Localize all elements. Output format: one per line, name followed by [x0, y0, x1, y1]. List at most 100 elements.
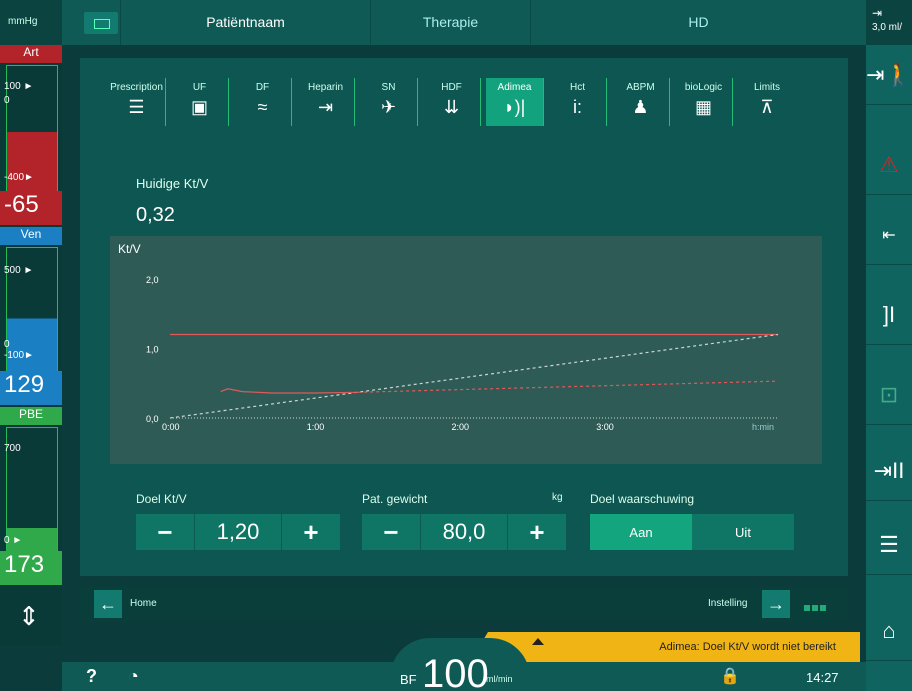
bypass-button[interactable]: ⊡	[866, 365, 912, 425]
tab-prescription[interactable]: Prescription ☰	[108, 78, 166, 126]
art-bottom: -400►	[4, 172, 34, 183]
blood-pressure-icon: ♟	[632, 97, 649, 117]
uf-rate-indicator: ⇥ 3,0 ml/	[866, 0, 912, 45]
warning-triangle-icon: ⚠	[879, 151, 899, 177]
target-ktv-increase-button[interactable]: +	[282, 514, 340, 550]
tab-limits[interactable]: Limits ⊼	[738, 78, 796, 126]
settings-label: Instelling	[708, 598, 748, 609]
tab-label: UF	[192, 82, 207, 93]
heparin-syringe-icon: ⇥	[317, 97, 334, 117]
ven-top: 500 ►	[4, 265, 34, 276]
weight-value: 80,0	[420, 514, 508, 550]
current-ktv-label: Huidige Kt/V	[136, 176, 209, 191]
y-tick-label: 0,0	[146, 414, 159, 424]
weight-stepper: − 80,0 +	[362, 514, 566, 550]
syringe-icon: ⇥	[872, 6, 883, 20]
pbe-value: 173	[0, 551, 62, 585]
ktv-chart-svg: 0,0 1,0 2,0 0:00 1:00 2:00 3:00 h:min	[146, 275, 779, 432]
pause-treatment-button[interactable]: ⇥II	[866, 441, 912, 501]
min-uf-button[interactable]: ⇤	[866, 205, 912, 265]
target-warning-label: Doel waarschuwing	[590, 492, 695, 506]
tab-heparin[interactable]: Heparin ⇥	[297, 78, 355, 126]
top-bar: mmHg Patiëntnaam Therapie HD ⇥ 3,0 ml/	[0, 0, 912, 45]
tab-biologic[interactable]: bioLogic ▦	[675, 78, 733, 126]
tab-sn[interactable]: SN ✈	[360, 78, 418, 126]
tab-label: Adimea	[497, 82, 532, 93]
x-axis-label: h:min	[752, 422, 774, 432]
series-line-actual	[220, 388, 359, 394]
tab-adimea[interactable]: Adimea ◗)|	[486, 78, 544, 126]
x-tick-label: 2:00	[452, 422, 470, 432]
patient-card-icon[interactable]	[84, 12, 118, 34]
bf-label: BF	[400, 672, 417, 687]
alarm-button[interactable]: ⚠	[866, 135, 912, 195]
target-ktv-value: 1,20	[194, 514, 282, 550]
syringe-bracket-icon: ]I	[882, 301, 896, 327]
x-tick-label: 0:00	[162, 422, 180, 432]
parameter-tabs: Prescription ☰ UF ▣ DF ≈ Heparin ⇥ SN ✈ HDF ⇊ …	[108, 78, 814, 128]
target-warning-toggle: Aan Uit	[590, 514, 794, 550]
art-zero: 0	[4, 95, 10, 106]
tab-label: Hct	[570, 82, 585, 93]
ven-top-value: 500	[4, 265, 21, 276]
ktv-chart: 0,0 1,0 2,0 0:00 1:00 2:00 3:00 h:min	[110, 236, 822, 464]
home-button[interactable]: ⌂	[866, 601, 912, 661]
weight-decrease-button[interactable]: −	[362, 514, 420, 550]
warning-banner[interactable]: Adimea: Doel Kt/V wordt niet bereikt	[470, 632, 860, 662]
tab-hct[interactable]: Hct i:	[549, 78, 607, 126]
art-top: 100 ►	[4, 81, 34, 92]
help-icon[interactable]: ?	[86, 666, 97, 687]
tab-df[interactable]: DF ≈	[234, 78, 292, 126]
ven-bottom: -100►	[4, 350, 34, 361]
right-menu: ⇥🚶 ⚠ ⇤ ]I ⊡ ⇥II ☰ ⌂	[866, 45, 912, 691]
clock: 14:27	[806, 670, 839, 685]
warning-text: Adimea: Doel Kt/V wordt niet bereikt	[659, 641, 836, 653]
tab-mode[interactable]: HD	[530, 0, 866, 45]
tab-abpm[interactable]: ABPM ♟	[612, 78, 670, 126]
tab-hdf[interactable]: HDF ⇊	[423, 78, 481, 126]
ven-label: Ven	[0, 227, 62, 245]
tab-label: SN	[381, 82, 396, 93]
warning-on-button[interactable]: Aan	[590, 514, 692, 550]
lock-icon[interactable]: 🔒	[720, 666, 740, 686]
weight-unit: kg	[552, 492, 563, 503]
bypass-icon: ⊡	[879, 381, 899, 407]
pbe-zero-value: 0	[4, 535, 10, 546]
hct-icon: i:	[573, 97, 582, 117]
tab-patient-name[interactable]: Patiëntnaam	[120, 0, 370, 45]
tab-label: Heparin	[307, 82, 344, 93]
pbe-label: PBE	[0, 407, 62, 425]
tab-label: Prescription	[110, 82, 163, 93]
current-ktv-value: 0,32	[136, 204, 175, 226]
tab-therapy[interactable]: Therapie	[370, 0, 530, 45]
forward-arrow-button[interactable]: →	[762, 590, 790, 618]
target-ktv-decrease-button[interactable]: −	[136, 514, 194, 550]
tab-label: Limits	[753, 82, 781, 93]
list-icon: ☰	[879, 531, 899, 557]
ven-zero: 0	[4, 339, 10, 350]
warning-off-button[interactable]: Uit	[692, 514, 794, 550]
timer-icon[interactable]: ◔	[128, 666, 139, 687]
weight-increase-button[interactable]: +	[508, 514, 566, 550]
target-ktv-stepper: − 1,20 +	[136, 514, 340, 550]
home-icon: ⌂	[882, 617, 896, 643]
dialysis-screen: mmHg Patiëntnaam Therapie HD ⇥ 3,0 ml/ A…	[0, 0, 912, 691]
patient-connect-button[interactable]: ⇥🚶	[866, 45, 912, 105]
tab-uf[interactable]: UF ▣	[171, 78, 229, 126]
tab-label: DF	[255, 82, 270, 93]
tab-label: bioLogic	[684, 82, 723, 93]
tab-label: ABPM	[626, 82, 655, 93]
ven-value: 129	[0, 371, 62, 405]
menu-button[interactable]: ☰	[866, 515, 912, 575]
units-label: mmHg	[0, 0, 62, 45]
x-tick-label: 3:00	[596, 422, 614, 432]
patient-walk-icon: ⇥🚶	[866, 61, 912, 87]
back-arrow-button[interactable]: ←	[94, 590, 122, 618]
art-value: -65	[0, 191, 62, 225]
min-uf-icon: ⇤	[882, 226, 896, 244]
bf-unit: ml/min	[486, 674, 513, 684]
level-adjust-icon[interactable]: ⇕	[18, 601, 40, 632]
syringe-button[interactable]: ]I	[866, 285, 912, 345]
pressure-column: Art 100 ► 0 -400► -65 Ven 500 ► 0 -100► …	[0, 45, 62, 645]
caret-up-icon	[532, 638, 544, 645]
